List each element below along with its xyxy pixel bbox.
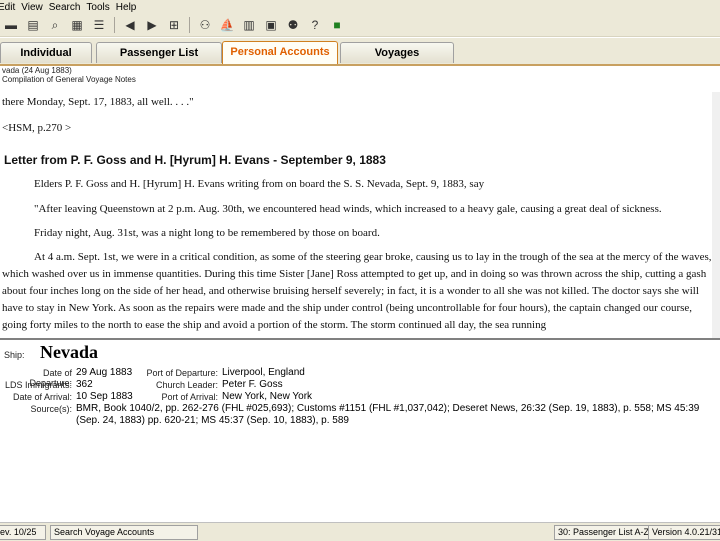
church-leader-label: Church Leader: bbox=[155, 380, 218, 390]
doc-paragraph: At 4 a.m. Sept. 1st, we were in a critic… bbox=[2, 251, 712, 331]
immigrants-label: LDS Immigrants: bbox=[4, 380, 72, 390]
grid-icon[interactable]: ⊞ bbox=[166, 17, 182, 33]
status-record: ev. 10/25 bbox=[0, 525, 46, 540]
immigrants-count: 362 bbox=[76, 379, 93, 390]
doc-heading: Letter from P. F. Goss and H. [Hyrum] H.… bbox=[4, 153, 386, 167]
departure-date: 29 Aug 1883 bbox=[76, 367, 133, 378]
tab-personal-accounts[interactable]: Personal Accounts bbox=[222, 41, 338, 64]
book-icon[interactable]: ▣ bbox=[263, 17, 279, 33]
port-arrival-label: Port of Arrival: bbox=[161, 392, 218, 402]
toolbar-separator bbox=[189, 17, 190, 33]
forward-arrow-icon[interactable]: ▶ bbox=[144, 17, 160, 33]
table-icon[interactable]: ▦ bbox=[69, 17, 85, 33]
print-icon[interactable]: ▤ bbox=[25, 17, 41, 33]
sources-label: Source(s): bbox=[30, 404, 72, 414]
back-arrow-icon[interactable]: ◀ bbox=[122, 17, 138, 33]
chart-icon[interactable]: ▥ bbox=[241, 17, 257, 33]
document-scrollbar[interactable] bbox=[712, 92, 720, 338]
ship-label: Ship: bbox=[4, 350, 25, 360]
tab-individual[interactable]: Individual bbox=[0, 42, 92, 63]
menu-view[interactable]: View bbox=[21, 2, 49, 13]
save-icon[interactable]: ▬ bbox=[3, 17, 19, 33]
ship-name: Nevada bbox=[40, 342, 98, 362]
account-title: vada (24 Aug 1883) bbox=[2, 66, 72, 75]
ship-details-panel: Ship: Nevada Date of Departure: 29 Aug 1… bbox=[0, 340, 720, 508]
doc-text-line: there Monday, Sept. 17, 1883, all well. … bbox=[2, 96, 194, 108]
status-version: Version 4.0.21/31/ bbox=[648, 525, 720, 540]
account-header: vada (24 Aug 1883) Compilation of Genera… bbox=[0, 66, 720, 90]
find-icon[interactable]: ⌕ bbox=[47, 17, 63, 33]
port-departure-label: Port of Departure: bbox=[146, 368, 218, 378]
church-leader: Peter F. Goss bbox=[222, 379, 283, 390]
port-departure: Liverpool, England bbox=[222, 367, 305, 378]
status-view: 30: Passenger List A-Z bbox=[554, 525, 650, 540]
list-icon[interactable]: ☰ bbox=[91, 17, 107, 33]
sources-line: (Sep. 24, 1883) pp. 620-21; MS 45:37 (Se… bbox=[76, 415, 349, 426]
port-arrival: New York, New York bbox=[222, 391, 313, 402]
document-viewer[interactable]: there Monday, Sept. 17, 1883, all well. … bbox=[0, 92, 720, 338]
menu-bar: Edit View Search Tools Help bbox=[0, 0, 720, 14]
menu-tools[interactable]: Tools bbox=[86, 2, 115, 13]
arrival-date-label: Date of Arrival: bbox=[12, 392, 72, 402]
menu-edit[interactable]: Edit bbox=[0, 2, 21, 13]
doc-paragraph: Friday night, Aug. 31st, was a night lon… bbox=[34, 227, 380, 239]
status-search-mode: Search Voyage Accounts bbox=[50, 525, 198, 540]
people2-icon[interactable]: ⚉ bbox=[285, 17, 301, 33]
tab-bar: Individual Passenger List Personal Accou… bbox=[0, 38, 720, 66]
people-icon[interactable]: ⚇ bbox=[197, 17, 213, 33]
doc-paragraph: "After leaving Queenstown at 2 p.m. Aug.… bbox=[34, 203, 662, 215]
exit-icon[interactable]: ■ bbox=[329, 17, 345, 33]
menu-search[interactable]: Search bbox=[49, 2, 87, 13]
doc-paragraph: Elders P. F. Goss and H. [Hyrum] H. Evan… bbox=[34, 178, 485, 190]
ship-icon[interactable]: ⛵ bbox=[219, 17, 235, 33]
tab-voyages[interactable]: Voyages bbox=[340, 42, 454, 63]
toolbar: ▬ ▤ ⌕ ▦ ☰ ◀ ▶ ⊞ ⚇ ⛵ ▥ ▣ ⚉ ? ■ bbox=[0, 14, 720, 37]
help-icon[interactable]: ? bbox=[307, 17, 323, 33]
arrival-date: 10 Sep 1883 bbox=[76, 391, 133, 402]
toolbar-separator bbox=[114, 17, 115, 33]
doc-citation: <HSM, p.270 > bbox=[2, 122, 72, 134]
sources-line: BMR, Book 1040/2, pp. 262-276 (FHL #025,… bbox=[76, 403, 700, 414]
tab-passenger-list[interactable]: Passenger List bbox=[96, 42, 222, 63]
status-bar: ev. 10/25 Search Voyage Accounts 30: Pas… bbox=[0, 522, 720, 541]
account-subtitle: Compilation of General Voyage Notes bbox=[2, 75, 136, 84]
menu-help[interactable]: Help bbox=[116, 2, 143, 13]
